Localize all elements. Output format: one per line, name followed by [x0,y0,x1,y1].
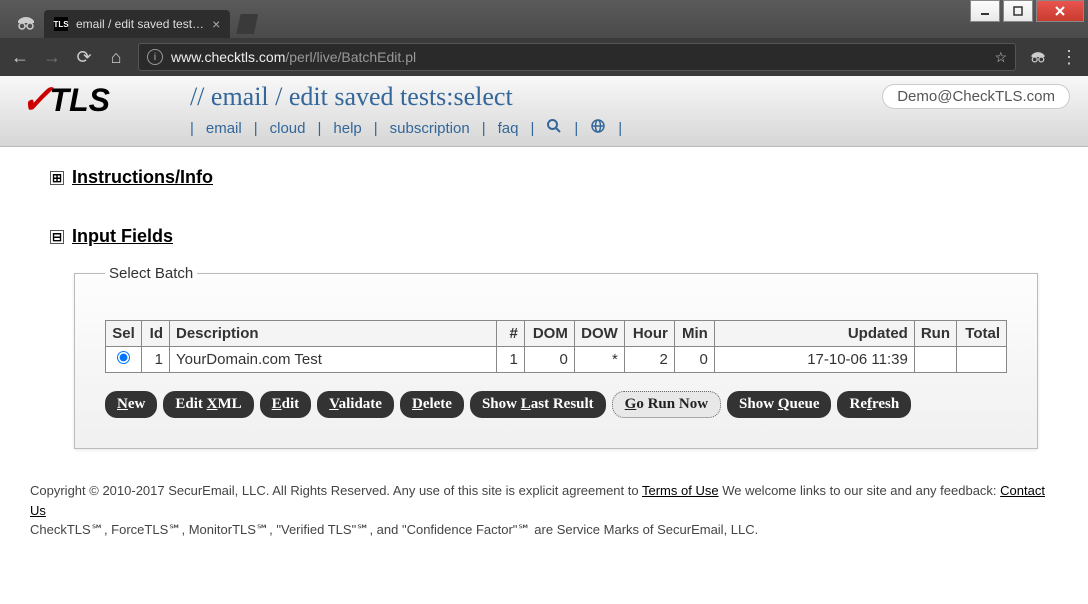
close-window-button[interactable] [1036,0,1084,22]
nav-help[interactable]: help [333,120,361,137]
terms-of-use-link[interactable]: Terms of Use [642,483,719,498]
th-count: # [496,321,524,347]
browser-toolbar: ← → ⟳ ⌂ i www.checktls.com/perl/live/Bat… [0,38,1088,76]
site-logo[interactable]: ✓TLS [20,80,110,120]
cell-hour: 2 [624,347,674,373]
cell-dom: 0 [524,347,574,373]
delete-button[interactable]: Delete [400,391,464,418]
browser-tabstrip: TLS email / edit saved test… × [0,0,1088,38]
bookmark-icon[interactable]: ☆ [994,49,1007,66]
th-min: Min [674,321,714,347]
button-row: New Edit XML Edit Validate Delete Show L… [105,391,1007,418]
refresh-button[interactable]: Refresh [837,391,911,418]
footer-text2: We welcome links to our site and any fee… [722,483,1000,498]
cell-min: 0 [674,347,714,373]
tab-title: email / edit saved test… [76,17,204,31]
window-controls [970,0,1084,22]
url-text: www.checktls.com/perl/live/BatchEdit.pl [171,49,416,65]
table-header-row: Sel Id Description # DOM DOW Hour Min Up… [106,321,1007,347]
new-button[interactable]: New [105,391,157,418]
nav-faq[interactable]: faq [498,120,519,137]
page-footer: Copyright © 2010-2017 SecurEmail, LLC. A… [0,469,1088,552]
th-total: Total [957,321,1007,347]
fieldset-legend: Select Batch [105,265,197,282]
show-queue-button[interactable]: Show Queue [727,391,831,418]
user-badge[interactable]: Demo@CheckTLS.com [882,84,1070,109]
th-run: Run [914,321,956,347]
edit-button[interactable]: Edit [260,391,312,418]
th-id: Id [142,321,170,347]
nav-subscription[interactable]: subscription [390,120,470,137]
batch-table: Sel Id Description # DOM DOW Hour Min Up… [105,320,1007,373]
maximize-button[interactable] [1003,0,1033,22]
cell-total [957,347,1007,373]
th-sel: Sel [106,321,142,347]
new-tab-button[interactable] [236,14,258,34]
th-hour: Hour [624,321,674,347]
cell-dow: * [574,347,624,373]
cell-count: 1 [496,347,524,373]
incognito-icon [8,8,44,38]
footer-trademarks: CheckTLS℠, ForceTLS℠, MonitorTLS℠, "Veri… [30,520,1058,540]
site-nav: | email| cloud| help| subscription| faq|… [190,114,1068,144]
browser-menu-button[interactable]: ⋮ [1060,47,1078,68]
cell-run [914,347,956,373]
nav-email[interactable]: email [206,120,242,137]
section-input-fields: ⊟ Input Fields [50,226,1038,247]
site-info-icon[interactable]: i [147,49,163,65]
page-body: ✓TLS // email / edit saved tests:select … [0,76,1088,604]
go-run-now-button[interactable]: Go Run Now [612,391,721,418]
row-select-radio[interactable] [117,351,130,364]
nav-cloud[interactable]: cloud [270,120,306,137]
checkmark-icon: ✓ [20,80,54,120]
th-dow: DOW [574,321,624,347]
th-dom: DOM [524,321,574,347]
expand-instructions-icon[interactable]: ⊞ [50,171,64,185]
th-updated: Updated [714,321,914,347]
section-instructions-link[interactable]: Instructions/Info [72,167,213,188]
home-button[interactable]: ⌂ [106,47,126,68]
section-instructions: ⊞ Instructions/Info [50,167,1038,188]
forward-button[interactable]: → [42,47,62,68]
footer-copyright: Copyright © 2010-2017 SecurEmail, LLC. A… [30,483,642,498]
section-input-fields-link[interactable]: Input Fields [72,226,173,247]
cell-updated: 17-10-06 11:39 [714,347,914,373]
edit-xml-button[interactable]: Edit XML [163,391,253,418]
tab-close-icon[interactable]: × [212,16,220,32]
browser-tab[interactable]: TLS email / edit saved test… × [44,10,230,38]
collapse-input-fields-icon[interactable]: ⊟ [50,230,64,244]
nav-globe-icon[interactable] [590,118,606,138]
minimize-button[interactable] [970,0,1000,22]
validate-button[interactable]: Validate [317,391,394,418]
reload-button[interactable]: ⟳ [74,47,94,68]
select-batch-fieldset: Select Batch Sel Id Description # DOM DO… [74,265,1038,449]
cell-id: 1 [142,347,170,373]
incognito-badge-icon [1028,50,1048,64]
tab-favicon-icon: TLS [54,17,68,31]
nav-search-icon[interactable] [546,118,562,138]
back-button[interactable]: ← [10,47,30,68]
th-desc: Description [170,321,497,347]
url-bar[interactable]: i www.checktls.com/perl/live/BatchEdit.p… [138,43,1016,71]
cell-desc: YourDomain.com Test [170,347,497,373]
show-last-result-button[interactable]: Show Last Result [470,391,606,418]
table-row: 1 YourDomain.com Test 1 0 * 2 0 17-10-06… [106,347,1007,373]
